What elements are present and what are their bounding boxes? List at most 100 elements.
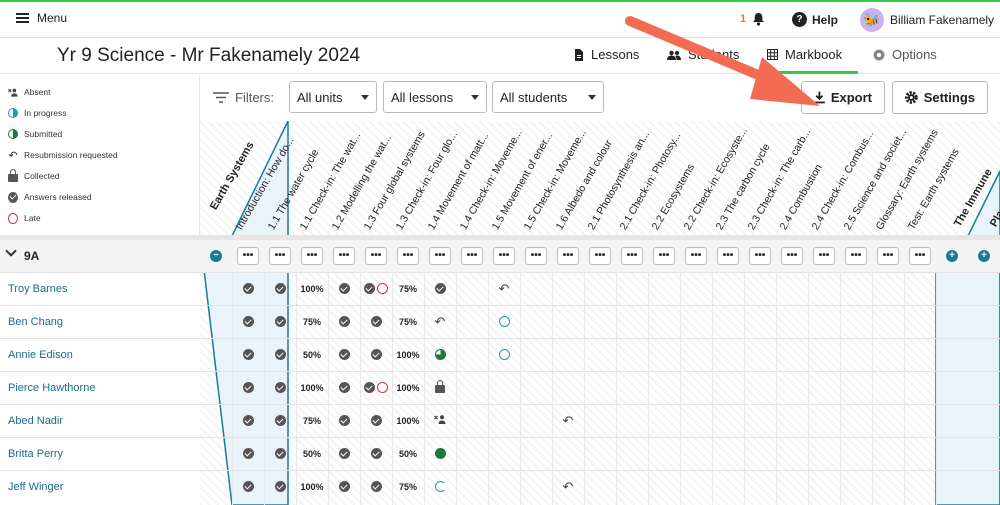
grade-cell[interactable] (328, 338, 360, 371)
grade-cell[interactable] (456, 272, 488, 305)
more-options-button[interactable]: ••• (237, 247, 259, 265)
grade-cell[interactable] (360, 470, 392, 503)
more-options-button[interactable]: ••• (653, 247, 675, 265)
grade-cell[interactable] (424, 338, 456, 371)
grade-cell[interactable]: 75% (296, 404, 328, 437)
grade-cell[interactable] (456, 437, 488, 470)
column-header[interactable]: Glossary: Earth systems (872, 121, 941, 236)
grade-cell[interactable] (488, 470, 520, 503)
grade-cell[interactable]: ↶ (552, 470, 584, 503)
grade-cell[interactable]: 50% (296, 338, 328, 371)
grade-cell[interactable] (744, 437, 776, 470)
grade-cell[interactable]: 75% (392, 272, 424, 305)
grade-cell[interactable]: 75% (392, 305, 424, 338)
column-header[interactable]: 2.3 The carbon cycle (712, 121, 773, 236)
grade-cell[interactable] (904, 404, 936, 437)
grade-cell[interactable]: 100% (392, 338, 424, 371)
column-header[interactable]: 2.5 Science and societ... (840, 121, 910, 236)
grade-cell[interactable] (232, 437, 264, 470)
grade-cell[interactable] (552, 305, 584, 338)
grade-cell[interactable] (616, 371, 648, 404)
grade-cell[interactable] (360, 338, 392, 371)
grade-cell[interactable] (520, 470, 552, 503)
grade-cell[interactable] (776, 371, 808, 404)
grade-cell[interactable] (808, 371, 840, 404)
grade-cell[interactable] (552, 371, 584, 404)
grade-cell[interactable] (232, 338, 264, 371)
grade-cell[interactable] (776, 338, 808, 371)
grade-cell[interactable] (840, 338, 872, 371)
grade-cell[interactable] (584, 404, 616, 437)
grade-cell[interactable] (616, 272, 648, 305)
column-header[interactable]: 2.4 Check-in: Combus... (808, 121, 877, 236)
grade-cell[interactable] (552, 338, 584, 371)
more-options-button[interactable]: ••• (589, 247, 611, 265)
grade-cell[interactable] (712, 305, 744, 338)
grade-cell[interactable] (328, 470, 360, 503)
grade-cell[interactable] (872, 470, 904, 503)
grade-cell[interactable] (328, 437, 360, 470)
column-header[interactable]: 1.4 Movement of matt... (424, 121, 492, 236)
grade-cell[interactable] (232, 371, 264, 404)
grade-cell[interactable] (328, 272, 360, 305)
grade-cell[interactable] (872, 338, 904, 371)
grade-cell[interactable] (520, 338, 552, 371)
more-options-button[interactable]: ••• (333, 247, 355, 265)
grade-cell[interactable] (712, 371, 744, 404)
grade-cell[interactable] (328, 404, 360, 437)
grade-cell[interactable] (584, 272, 616, 305)
grade-cell[interactable] (456, 371, 488, 404)
grade-cell[interactable] (584, 338, 616, 371)
student-name[interactable]: Britta Perry (8, 448, 63, 460)
column-header[interactable]: 2.2 Ecosystems (648, 121, 697, 236)
grade-cell[interactable]: 100% (392, 371, 424, 404)
grade-cell[interactable] (584, 437, 616, 470)
column-header[interactable]: 2.3 Check-in: The carb... (744, 121, 814, 236)
grade-cell[interactable] (904, 470, 936, 503)
grade-cell[interactable] (744, 371, 776, 404)
grade-cell[interactable] (680, 371, 712, 404)
grade-cell[interactable]: 100% (296, 470, 328, 503)
grade-cell[interactable] (904, 371, 936, 404)
student-name[interactable]: Abed Nadir (8, 415, 63, 427)
grade-cell[interactable]: 100% (392, 404, 424, 437)
grade-cell[interactable] (456, 305, 488, 338)
students-select[interactable]: All students (492, 81, 604, 113)
grade-cell[interactable] (840, 404, 872, 437)
student-name[interactable]: Jeff Winger (8, 481, 63, 493)
column-header[interactable]: Test: Earth systems (904, 121, 962, 236)
grade-cell[interactable] (264, 470, 296, 503)
grade-cell[interactable]: 100% (296, 272, 328, 305)
grade-cell[interactable] (264, 437, 296, 470)
column-header[interactable]: 2.1 Photosynthesis an... (584, 121, 652, 236)
more-options-button[interactable]: ••• (429, 247, 451, 265)
grade-cell[interactable] (680, 437, 712, 470)
grade-cell[interactable] (744, 305, 776, 338)
column-header[interactable]: 1.4 Check-in: Moveme... (456, 121, 525, 236)
grade-cell[interactable] (616, 404, 648, 437)
grade-cell[interactable] (840, 470, 872, 503)
more-options-button[interactable]: ••• (269, 247, 291, 265)
grade-cell[interactable] (776, 404, 808, 437)
grade-cell[interactable] (840, 371, 872, 404)
grade-cell[interactable] (456, 338, 488, 371)
column-header[interactable]: 1.2 Modelling the wat... (328, 121, 394, 236)
grade-cell[interactable] (680, 404, 712, 437)
grade-cell[interactable] (712, 404, 744, 437)
grade-cell[interactable] (328, 371, 360, 404)
grade-cell[interactable] (584, 470, 616, 503)
grade-cell[interactable] (232, 305, 264, 338)
grade-cell[interactable] (456, 404, 488, 437)
more-options-button[interactable]: ••• (845, 247, 867, 265)
grade-cell[interactable] (232, 272, 264, 305)
grade-cell[interactable]: ↶ (552, 404, 584, 437)
column-header[interactable]: 1.1 The water cycle (264, 121, 322, 236)
grade-cell[interactable] (264, 338, 296, 371)
grade-cell[interactable] (232, 470, 264, 503)
user-menu[interactable]: 🐝 Billiam Fakenamely (860, 8, 994, 32)
grade-cell[interactable]: ↶ (488, 272, 520, 305)
grade-cell[interactable]: 75% (296, 305, 328, 338)
grade-cell[interactable] (872, 272, 904, 305)
expand-unit-icon[interactable]: + (946, 250, 958, 262)
grade-cell[interactable] (808, 272, 840, 305)
